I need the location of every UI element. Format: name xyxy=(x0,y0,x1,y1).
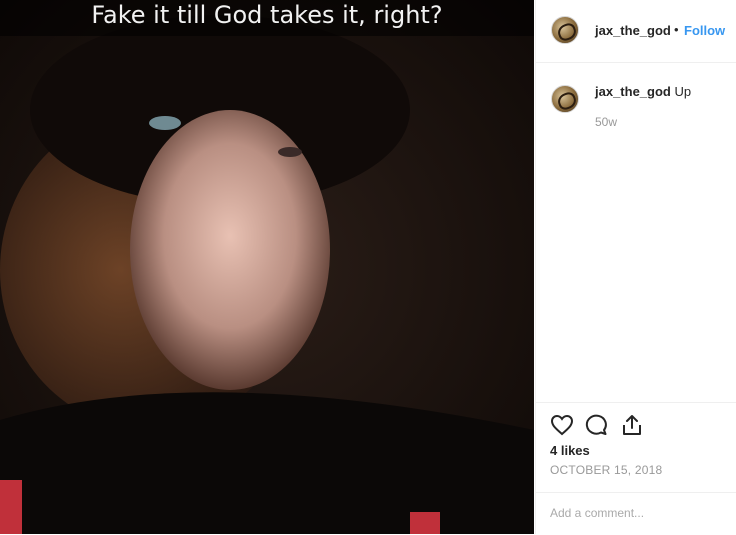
separator-dot: • xyxy=(674,22,679,37)
comment-text: Up xyxy=(674,84,692,99)
post-date[interactable]: OCTOBER 15, 2018 xyxy=(550,463,662,477)
comment-text-line: jax_the_god Up xyxy=(595,84,691,99)
comment-username[interactable]: jax_the_god xyxy=(595,84,671,99)
post-photo: Fake it till God takes it, right? xyxy=(0,0,534,534)
post-header: jax_the_god • Follow xyxy=(536,0,736,63)
comment-composer xyxy=(536,492,736,535)
heart-icon[interactable] xyxy=(550,413,574,437)
share-icon[interactable] xyxy=(620,413,644,437)
photo-caption-overlay: Fake it till God takes it, right? xyxy=(0,0,534,36)
likes-count[interactable]: 4 likes xyxy=(550,443,590,458)
header-username[interactable]: jax_the_god xyxy=(595,23,671,38)
photo-image xyxy=(0,0,534,534)
post-sidebar: jax_the_god • Follow jax_the_god Up 50w … xyxy=(535,0,736,534)
add-comment-input[interactable] xyxy=(550,503,720,523)
comment-age[interactable]: 50w xyxy=(595,115,617,129)
comment-avatar[interactable] xyxy=(551,85,579,113)
post-actions: 4 likes OCTOBER 15, 2018 xyxy=(536,402,736,493)
avatar[interactable] xyxy=(551,16,579,44)
comment-item xyxy=(536,63,736,393)
follow-button[interactable]: Follow xyxy=(684,23,725,38)
comment-icon[interactable] xyxy=(584,413,608,437)
